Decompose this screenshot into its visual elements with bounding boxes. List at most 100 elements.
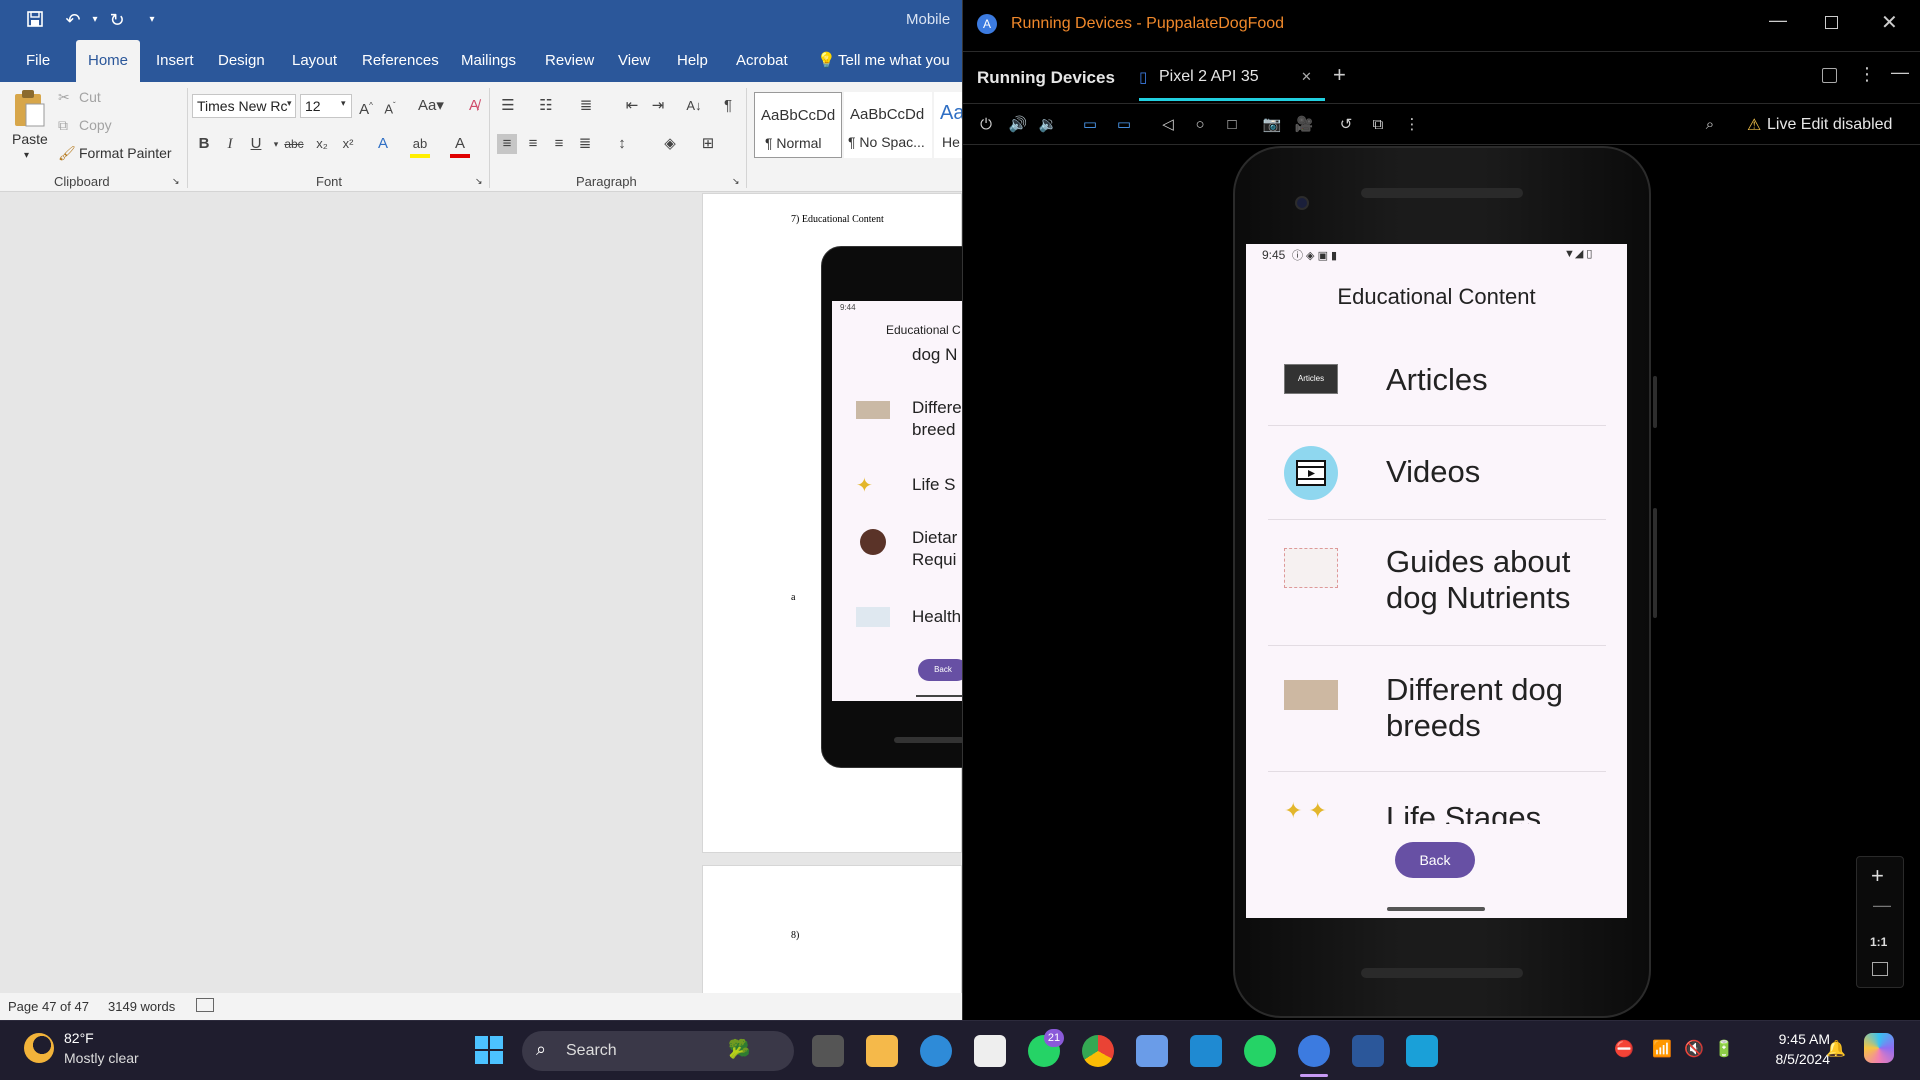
page-count[interactable]: Page 47 of 47 [8, 999, 89, 1014]
phone-screen[interactable]: 9:45 ⓘ ◈ ▣ ▮ ▼◢ ▯ Educational Content Ar… [1246, 244, 1627, 918]
align-right-icon[interactable]: ≡ [549, 134, 569, 154]
clock-date[interactable]: 8/5/2024 [1754, 1051, 1831, 1067]
show-formatting-icon[interactable]: ¶ [718, 96, 738, 116]
close-window-icon[interactable]: ✕ [1881, 10, 1898, 35]
reset-icon[interactable]: ↺ [1335, 114, 1357, 136]
clock-time[interactable]: 9:45 AM [1754, 1031, 1830, 1047]
add-device-icon[interactable]: + [1333, 62, 1346, 88]
subscript-icon[interactable]: x₂ [312, 134, 332, 154]
word-icon[interactable] [1352, 1035, 1384, 1067]
whatsapp-web-icon[interactable] [1244, 1035, 1276, 1067]
document-page-next[interactable]: 8) [702, 865, 962, 1005]
weather-text[interactable]: Mostly clear [64, 1050, 139, 1066]
tab-help[interactable]: Help [677, 40, 708, 82]
task-view-icon[interactable] [812, 1035, 844, 1067]
layout-inspector-icon[interactable]: ⌕ [1699, 114, 1721, 136]
justify-icon[interactable]: ≣ [575, 134, 595, 154]
line-spacing-icon[interactable]: ↕ [612, 134, 632, 154]
close-tab-icon[interactable]: ✕ [1301, 69, 1312, 85]
customize-qat-icon[interactable]: ▾ [139, 9, 165, 31]
shrink-font-icon[interactable]: Aˇ [380, 96, 400, 119]
minimize-icon[interactable]: — [1769, 10, 1787, 31]
bullets-icon[interactable]: ☰ [498, 96, 518, 116]
numbering-icon[interactable]: ☷ [536, 96, 556, 116]
volume-up-icon[interactable]: 🔊 [1007, 114, 1029, 136]
hide-panel-icon[interactable]: — [1891, 62, 1909, 83]
taskbar-search[interactable]: ⌕ Search 🥦 [522, 1031, 794, 1071]
cut-button[interactable]: Cut [79, 89, 101, 105]
file-explorer-icon[interactable] [866, 1035, 898, 1067]
style-heading[interactable]: Aa He [934, 92, 962, 158]
list-item-videos[interactable]: Videos [1268, 426, 1606, 520]
paragraph-launcher-icon[interactable]: ↘ [732, 176, 740, 187]
accessibility-icon[interactable] [196, 998, 214, 1012]
list-item-nutrients[interactable]: Guides about dog Nutrients [1268, 520, 1606, 646]
tab-mailings[interactable]: Mailings [461, 40, 516, 82]
edge-icon[interactable] [920, 1035, 952, 1067]
chrome-icon[interactable] [1082, 1035, 1114, 1067]
wifi-icon[interactable]: 📶 [1652, 1039, 1672, 1059]
back-nav-icon[interactable]: ◁ [1157, 114, 1179, 136]
start-icon[interactable] [474, 1035, 504, 1065]
zoom-actual-size[interactable]: 1:1 [1870, 935, 1887, 949]
power-icon[interactable]: ⏻ [975, 114, 997, 136]
notepad-icon[interactable] [1406, 1035, 1438, 1067]
align-center-icon[interactable]: ≡ [523, 134, 543, 154]
document-canvas[interactable]: 7) Educational Content a 9:44 Educationa… [0, 193, 962, 1005]
app-cube-icon[interactable] [1136, 1035, 1168, 1067]
list-item-articles[interactable]: Articles Articles [1268, 334, 1606, 426]
bold-icon[interactable]: B [194, 134, 214, 154]
underline-dropdown-icon[interactable]: ▾ [266, 134, 286, 154]
screenshot-icon[interactable]: 📷 [1261, 114, 1283, 136]
superscript-icon[interactable]: x² [338, 134, 358, 154]
font-name-dropdown-icon[interactable]: ▾ [287, 98, 292, 109]
redo-icon[interactable]: ↻ [104, 9, 130, 31]
list-item-breeds[interactable]: Different dog breeds [1268, 646, 1606, 772]
tab-references[interactable]: References [362, 40, 439, 82]
notification-bell-icon[interactable]: 🔔 [1826, 1039, 1846, 1059]
overview-nav-icon[interactable]: □ [1221, 114, 1243, 136]
sort-icon[interactable]: A↓ [684, 96, 704, 116]
shading-icon[interactable]: ◈ [660, 134, 680, 154]
live-edit-status[interactable]: Live Edit disabled [1767, 116, 1892, 134]
font-name-input[interactable]: Times New Rc [192, 94, 296, 118]
tab-insert[interactable]: Insert [156, 40, 194, 82]
strikethrough-icon[interactable]: abc [284, 134, 304, 154]
network-off-icon[interactable]: ⛔ [1614, 1039, 1634, 1059]
vscode-icon[interactable] [1190, 1035, 1222, 1067]
zoom-fit-icon[interactable] [1872, 962, 1888, 976]
battery-icon[interactable]: 🔋 [1714, 1039, 1734, 1059]
font-color-icon[interactable]: A [450, 134, 470, 158]
tab-home[interactable]: Home [76, 40, 141, 82]
word-count[interactable]: 3149 words [108, 999, 175, 1014]
volume-down-icon[interactable]: 🔉 [1037, 114, 1059, 136]
font-launcher-icon[interactable]: ↘ [475, 176, 483, 187]
tab-file[interactable]: File [26, 40, 50, 82]
maximize-icon[interactable] [1825, 16, 1838, 29]
clear-formatting-icon[interactable]: A̸ [464, 96, 484, 116]
volume-icon[interactable]: 🔇 [1684, 1039, 1704, 1059]
rotate-right-icon[interactable]: ▭ [1113, 114, 1135, 136]
increase-indent-icon[interactable]: ⇥ [648, 96, 668, 116]
copilot-icon[interactable] [1864, 1033, 1894, 1063]
tell-me-search[interactable]: Tell me what you w [838, 40, 962, 111]
borders-icon[interactable]: ⊞ [698, 134, 718, 154]
save-icon[interactable] [22, 9, 48, 31]
restore-panel-icon[interactable] [1822, 68, 1837, 83]
snapshot-icon[interactable]: ⧉ [1367, 114, 1389, 136]
highlight-icon[interactable]: ab [410, 134, 430, 158]
tab-pixel-2[interactable]: ▯ Pixel 2 API 35 ✕ [1139, 52, 1325, 101]
back-button[interactable]: Back [1395, 842, 1475, 878]
tab-design[interactable]: Design [218, 40, 265, 82]
android-studio-taskbar-icon[interactable] [1298, 1035, 1330, 1067]
more-options-icon[interactable]: ⋮ [1858, 64, 1876, 85]
screen-record-icon[interactable]: 🎥 [1293, 114, 1315, 136]
font-size-dropdown-icon[interactable]: ▾ [341, 98, 346, 109]
weather-moon-icon[interactable] [24, 1033, 54, 1063]
text-effects-icon[interactable]: A [373, 134, 393, 154]
multilevel-list-icon[interactable]: ≣ [576, 96, 596, 116]
tab-view[interactable]: View [618, 40, 650, 82]
style-no-spacing[interactable]: AaBbCcDd ¶ No Spac... [844, 92, 932, 158]
paste-button[interactable]: Paste [12, 131, 48, 147]
copy-button[interactable]: Copy [79, 117, 112, 133]
